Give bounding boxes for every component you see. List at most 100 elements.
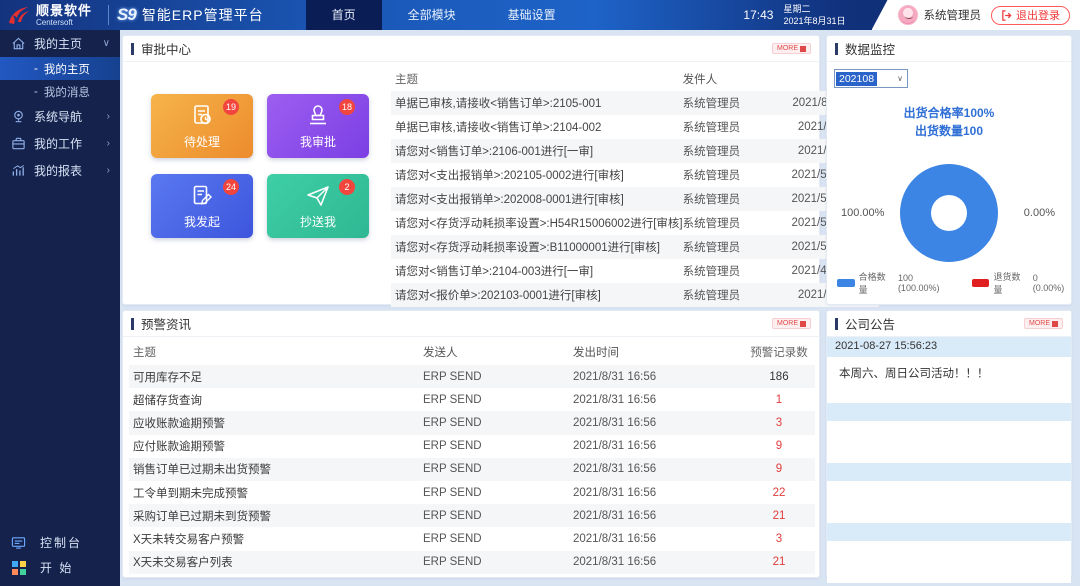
row-sender: 系统管理员 [682,122,741,134]
phoenix-logo-icon [9,7,29,24]
sidebar-item-system-nav[interactable]: 系统导航 › [0,103,120,130]
row-subject: X天未交易客户列表 [133,557,233,570]
table-row[interactable]: 请您对<销售订单>:2106-001进行[一审] 系统管理员 2021/6/5 … [391,139,879,163]
period-select[interactable]: 202108 ∨ [834,69,908,88]
table-row[interactable]: 请您对<报价单>:202103-0001进行[审核] 系统管理员 2021/3/… [391,283,879,307]
dash-marker: - [34,85,38,98]
legend-swatch-blue [837,279,855,287]
sidebar-subitem-label: 我的主页 [43,63,90,76]
document-pencil-icon [193,185,212,205]
start-label: 开 始 [40,561,74,575]
table-row[interactable]: 请您对<存货浮动耗损率设置>:H54R15006002进行[审核] 系统管理员 … [391,211,879,235]
row-sender: ERP SEND [423,463,482,476]
table-row[interactable]: 单据已审核,请接收<销售订单>:2105-001 系统管理员 2021/8/14… [391,91,879,115]
row-sender: 系统管理员 [682,146,741,158]
legend-item-pass[interactable]: 合格数量 100 (100.00%) [837,270,956,296]
alerts-table-header: 主题 发送人 发出时间 预警记录数 [129,339,815,365]
sidebar-item-my-home[interactable]: 我的主页 ∨ [0,30,120,57]
announcement-empty-row [827,523,1071,541]
legend-value: 0 (0.00%) [1032,273,1065,293]
row-subject: 请您对<存货浮动耗损率设置>:B11000001进行[审核] [395,242,660,254]
my-approvals-count-badge: 18 [338,99,355,115]
chevron-right-icon: › [106,138,110,149]
logout-label: 退出登录 [1016,10,1060,22]
tile-my-approvals[interactable]: 18 我审批 [267,94,369,158]
row-subject: 请您对<销售订单>:2106-001进行[一审] [395,146,594,158]
home-icon [12,37,25,50]
sidebar-item-label: 我的主页 [34,37,83,51]
table-row[interactable]: 可用库存不足 ERP SEND 2021/8/31 16:56 186 [129,365,815,389]
row-subject: 请您对<报价单>:202103-0001进行[审核] [395,290,601,302]
row-subject: 采购订单已过期未到货预警 [133,510,271,523]
table-row[interactable]: X天未交易客户列表 ERP SEND 2021/8/31 16:56 21 [129,550,815,574]
row-subject: 单据已审核,请接收<销售订单>:2104-002 [395,122,602,134]
alerts-more-button[interactable]: MORE [772,318,811,329]
tile-cc-to-me[interactable]: 2 抄送我 [267,174,369,238]
table-row[interactable]: 请您对<支出报销单>:202008-0001进行[审核] 系统管理员 2021/… [391,187,879,211]
more-label: MORE [777,45,798,52]
table-row[interactable]: 销售订单已过期未出货预警 ERP SEND 2021/8/31 16:56 9 [129,457,815,481]
alerts-table: 主题 发送人 发出时间 预警记录数 可用库存不足 ERP SEND 2021/8… [123,337,819,574]
announcement-more-button[interactable]: MORE [1024,318,1063,329]
sidebar-subitem-label: 我的消息 [43,86,90,99]
approval-more-button[interactable]: MORE [772,43,811,54]
data-monitor-panel: 数据监控 202108 ∨ 出货合格率100% 出货数量100 100.00% … [826,35,1072,305]
sidebar-item-label: 我的工作 [34,137,83,151]
legend-value: 100 (100.00%) [897,273,940,293]
table-row[interactable]: 请您对<销售订单>:2104-003进行[一审] 系统管理员 2021/4/23… [391,259,879,283]
nav-tab-home[interactable]: 首页 [305,0,382,30]
row-sender: ERP SEND [423,393,482,406]
donut-ring[interactable] [900,164,998,262]
sidebar: 我的主页 ∨ - 我的主页 - 我的消息 系统导航 › 我的工作 › 我的报表 … [0,30,120,586]
table-row[interactable]: 工令单到期未完成预警 ERP SEND 2021/8/31 16:56 22 [129,481,815,504]
console-button[interactable]: 控制台 [0,530,120,555]
logout-button[interactable]: 退出登录 [991,5,1070,25]
announcement-empty-body [827,421,1071,463]
nav-tab-all-modules[interactable]: 全部模块 [382,0,482,30]
more-label: MORE [1029,320,1050,327]
row-time: 2021/8/31 16:56 [573,556,657,569]
legend-item-return[interactable]: 退货数量 0 (0.00%) [971,270,1071,296]
row-time: 2021/8/31 16:56 [573,509,657,522]
row-sender: 系统管理员 [682,194,741,206]
col-time: 发出时间 [573,347,619,359]
sidebar-item-my-work[interactable]: 我的工作 › [0,130,120,157]
table-row[interactable]: X天未转交易客户预警 ERP SEND 2021/8/31 16:56 3 [129,527,815,550]
row-sender: ERP SEND [423,370,482,383]
row-subject: 请您对<支出报销单>:202008-0001进行[审核] [395,194,624,206]
table-row[interactable]: 请您对<支出报销单>:202105-0002进行[审核] 系统管理员 2021/… [391,163,879,187]
table-row[interactable]: 采购订单已过期未到货预警 ERP SEND 2021/8/31 16:56 21 [129,504,815,528]
row-time: 2021/8/31 16:56 [573,393,657,406]
row-time: 2021/8/31 16:56 [573,440,657,453]
row-count: 186 [769,370,789,383]
row-subject: 请您对<存货浮动耗损率设置>:H54R15006002进行[审核] [395,218,683,230]
table-row[interactable]: 超储存货查询 ERP SEND 2021/8/31 16:56 1 [129,388,815,411]
table-row[interactable]: 应付账款逾期预警 ERP SEND 2021/8/31 16:56 9 [129,435,815,458]
sidebar-subitem-my-home[interactable]: - 我的主页 [0,57,120,80]
chevron-right-icon: › [106,111,110,122]
start-button[interactable]: 开 始 [0,555,120,580]
tile-pending[interactable]: 19 待处理 [151,94,253,158]
row-time: 2021/8/31 16:56 [573,463,657,476]
row-count: 21 [772,556,786,569]
donut-right-label: 0.00% [1023,207,1055,219]
sidebar-item-my-reports[interactable]: 我的报表 › [0,157,120,184]
nav-tab-basic-settings[interactable]: 基础设置 [482,0,582,30]
user-name: 系统管理员 [923,10,982,22]
sidebar-subitem-my-messages[interactable]: - 我的消息 [0,80,120,103]
announcement-content[interactable]: 本周六、周日公司活动！！！ [827,357,1071,403]
briefcase-icon [12,137,25,150]
table-row[interactable]: 单据已审核,请接收<销售订单>:2104-002 系统管理员 2021/8/5 … [391,115,879,139]
tile-initiated-by-me[interactable]: 24 我发起 [151,174,253,238]
user-avatar[interactable] [897,5,918,25]
table-row[interactable]: 请您对<存货浮动耗损率设置>:B11000001进行[审核] 系统管理员 202… [391,235,879,259]
row-subject: 应收账款逾期预警 [133,417,225,430]
grid-icon [800,320,806,327]
row-count: 1 [775,393,783,406]
table-row[interactable]: 应收账款逾期预警 ERP SEND 2021/8/31 16:56 3 [129,411,815,435]
row-subject: 可用库存不足 [133,371,202,384]
bar-chart-icon [12,164,24,176]
col-sender: 发送人 [423,347,458,359]
monitor-caption: 出货合格率100% 出货数量100 [827,104,1071,140]
announcement-panel: 公司公告 MORE 2021-08-27 15:56:23 本周六、周日公司活动… [826,310,1072,583]
